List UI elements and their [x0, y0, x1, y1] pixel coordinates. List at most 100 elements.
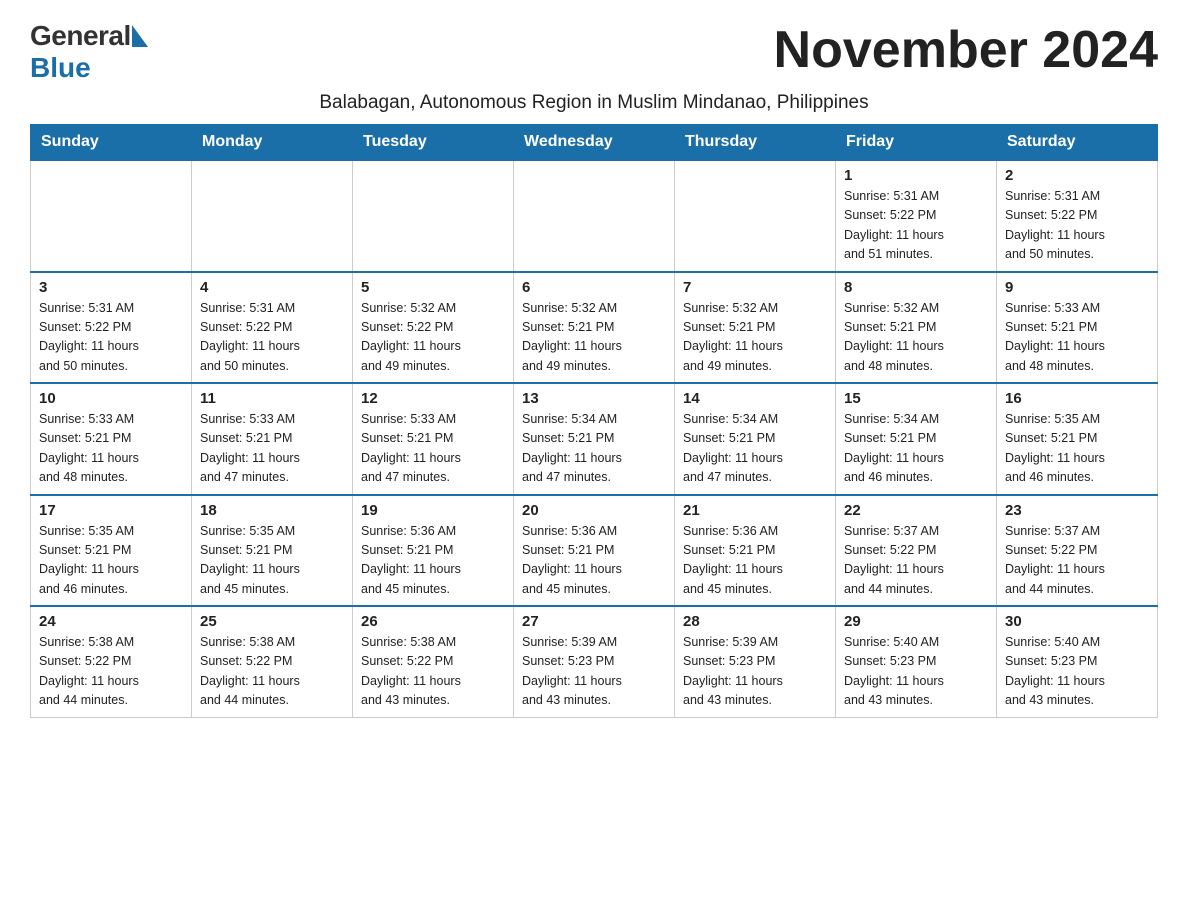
day-number: 5: [361, 279, 505, 296]
logo-blue-text: Blue: [30, 52, 91, 83]
logo: General Blue: [30, 20, 148, 84]
weekday-header-monday: Monday: [192, 125, 353, 161]
calendar-cell: 11 Sunrise: 5:33 AM Sunset: 5:21 PM Dayli…: [192, 383, 353, 495]
logo-general-text: General: [30, 20, 131, 52]
calendar-cell: 27 Sunrise: 5:39 AM Sunset: 5:23 PM Dayli…: [514, 606, 675, 717]
calendar-cell: 26 Sunrise: 5:38 AM Sunset: 5:22 PM Dayli…: [353, 606, 514, 717]
calendar-cell: [31, 160, 192, 272]
day-number: 1: [844, 167, 988, 184]
day-number: 23: [1005, 502, 1149, 519]
weekday-header-sunday: Sunday: [31, 125, 192, 161]
calendar-week-row-4: 17 Sunrise: 5:35 AM Sunset: 5:21 PM Dayli…: [31, 495, 1158, 607]
day-number: 24: [39, 613, 183, 630]
day-info: Sunrise: 5:33 AM Sunset: 5:21 PM Dayligh…: [39, 410, 183, 488]
day-info: Sunrise: 5:38 AM Sunset: 5:22 PM Dayligh…: [361, 633, 505, 711]
day-info: Sunrise: 5:32 AM Sunset: 5:21 PM Dayligh…: [683, 299, 827, 377]
day-info: Sunrise: 5:37 AM Sunset: 5:22 PM Dayligh…: [844, 522, 988, 600]
day-info: Sunrise: 5:32 AM Sunset: 5:22 PM Dayligh…: [361, 299, 505, 377]
day-number: 8: [844, 279, 988, 296]
weekday-header-wednesday: Wednesday: [514, 125, 675, 161]
day-number: 18: [200, 502, 344, 519]
calendar-cell: 28Sunrise: 5:39 AM Sunset: 5:23 PM Dayli…: [675, 606, 836, 717]
calendar-cell: 9 Sunrise: 5:33 AM Sunset: 5:21 PM Daylig…: [997, 272, 1158, 384]
day-info: Sunrise: 5:31 AM Sunset: 5:22 PM Dayligh…: [200, 299, 344, 377]
day-number: 7: [683, 279, 827, 296]
calendar-cell: 2Sunrise: 5:31 AM Sunset: 5:22 PM Daylig…: [997, 160, 1158, 272]
day-info: Sunrise: 5:40 AM Sunset: 5:23 PM Dayligh…: [1005, 633, 1149, 711]
day-info: Sunrise: 5:35 AM Sunset: 5:21 PM Dayligh…: [39, 522, 183, 600]
calendar-cell: 24 Sunrise: 5:38 AM Sunset: 5:22 PM Dayli…: [31, 606, 192, 717]
calendar-week-row-5: 24 Sunrise: 5:38 AM Sunset: 5:22 PM Dayli…: [31, 606, 1158, 717]
calendar-cell: 4 Sunrise: 5:31 AM Sunset: 5:22 PM Daylig…: [192, 272, 353, 384]
calendar-cell: 29 Sunrise: 5:40 AM Sunset: 5:23 PM Dayli…: [836, 606, 997, 717]
day-number: 10: [39, 390, 183, 407]
calendar-cell: 19Sunrise: 5:36 AM Sunset: 5:21 PM Dayli…: [353, 495, 514, 607]
day-info: Sunrise: 5:36 AM Sunset: 5:21 PM Dayligh…: [683, 522, 827, 600]
weekday-header-thursday: Thursday: [675, 125, 836, 161]
calendar-cell: [514, 160, 675, 272]
logo-triangle-icon: [132, 25, 148, 47]
calendar-cell: 5 Sunrise: 5:32 AM Sunset: 5:22 PM Daylig…: [353, 272, 514, 384]
day-info: Sunrise: 5:38 AM Sunset: 5:22 PM Dayligh…: [39, 633, 183, 711]
calendar-cell: 10 Sunrise: 5:33 AM Sunset: 5:21 PM Dayli…: [31, 383, 192, 495]
calendar-cell: 30 Sunrise: 5:40 AM Sunset: 5:23 PM Dayli…: [997, 606, 1158, 717]
calendar-cell: 12Sunrise: 5:33 AM Sunset: 5:21 PM Dayli…: [353, 383, 514, 495]
day-number: 9: [1005, 279, 1149, 296]
day-info: Sunrise: 5:33 AM Sunset: 5:21 PM Dayligh…: [1005, 299, 1149, 377]
day-number: 6: [522, 279, 666, 296]
calendar-cell: 3 Sunrise: 5:31 AM Sunset: 5:22 PM Daylig…: [31, 272, 192, 384]
calendar-cell: 15 Sunrise: 5:34 AM Sunset: 5:21 PM Dayli…: [836, 383, 997, 495]
day-info: Sunrise: 5:35 AM Sunset: 5:21 PM Dayligh…: [1005, 410, 1149, 488]
weekday-header-friday: Friday: [836, 125, 997, 161]
day-number: 17: [39, 502, 183, 519]
day-number: 28: [683, 613, 827, 630]
day-info: Sunrise: 5:31 AM Sunset: 5:22 PM Dayligh…: [844, 187, 988, 265]
day-number: 29: [844, 613, 988, 630]
day-info: Sunrise: 5:38 AM Sunset: 5:22 PM Dayligh…: [200, 633, 344, 711]
day-number: 12: [361, 390, 505, 407]
calendar-cell: 1 Sunrise: 5:31 AM Sunset: 5:22 PM Daylig…: [836, 160, 997, 272]
calendar-cell: 7 Sunrise: 5:32 AM Sunset: 5:21 PM Daylig…: [675, 272, 836, 384]
page-header: General Blue November 2024: [30, 20, 1158, 84]
day-info: Sunrise: 5:32 AM Sunset: 5:21 PM Dayligh…: [522, 299, 666, 377]
day-info: Sunrise: 5:34 AM Sunset: 5:21 PM Dayligh…: [522, 410, 666, 488]
day-number: 19: [361, 502, 505, 519]
calendar-table: SundayMondayTuesdayWednesdayThursdayFrid…: [30, 124, 1158, 718]
calendar-cell: 22 Sunrise: 5:37 AM Sunset: 5:22 PM Dayli…: [836, 495, 997, 607]
day-number: 4: [200, 279, 344, 296]
day-number: 27: [522, 613, 666, 630]
day-number: 16: [1005, 390, 1149, 407]
month-title: November 2024: [774, 20, 1158, 80]
day-number: 22: [844, 502, 988, 519]
day-info: Sunrise: 5:32 AM Sunset: 5:21 PM Dayligh…: [844, 299, 988, 377]
calendar-cell: 17 Sunrise: 5:35 AM Sunset: 5:21 PM Dayli…: [31, 495, 192, 607]
calendar-cell: 20Sunrise: 5:36 AM Sunset: 5:21 PM Dayli…: [514, 495, 675, 607]
calendar-cell: 18 Sunrise: 5:35 AM Sunset: 5:21 PM Dayli…: [192, 495, 353, 607]
day-info: Sunrise: 5:34 AM Sunset: 5:21 PM Dayligh…: [844, 410, 988, 488]
day-info: Sunrise: 5:35 AM Sunset: 5:21 PM Dayligh…: [200, 522, 344, 600]
calendar-cell: 6 Sunrise: 5:32 AM Sunset: 5:21 PM Daylig…: [514, 272, 675, 384]
day-number: 30: [1005, 613, 1149, 630]
day-info: Sunrise: 5:40 AM Sunset: 5:23 PM Dayligh…: [844, 633, 988, 711]
day-info: Sunrise: 5:31 AM Sunset: 5:22 PM Dayligh…: [39, 299, 183, 377]
calendar-cell: 14Sunrise: 5:34 AM Sunset: 5:21 PM Dayli…: [675, 383, 836, 495]
day-number: 15: [844, 390, 988, 407]
calendar-week-row-2: 3 Sunrise: 5:31 AM Sunset: 5:22 PM Daylig…: [31, 272, 1158, 384]
weekday-header-saturday: Saturday: [997, 125, 1158, 161]
day-info: Sunrise: 5:31 AM Sunset: 5:22 PM Dayligh…: [1005, 187, 1149, 265]
calendar-cell: 16 Sunrise: 5:35 AM Sunset: 5:21 PM Dayli…: [997, 383, 1158, 495]
day-info: Sunrise: 5:39 AM Sunset: 5:23 PM Dayligh…: [522, 633, 666, 711]
calendar-week-row-3: 10 Sunrise: 5:33 AM Sunset: 5:21 PM Dayli…: [31, 383, 1158, 495]
day-info: Sunrise: 5:34 AM Sunset: 5:21 PM Dayligh…: [683, 410, 827, 488]
day-number: 26: [361, 613, 505, 630]
calendar-cell: 8 Sunrise: 5:32 AM Sunset: 5:21 PM Daylig…: [836, 272, 997, 384]
calendar-header-row: SundayMondayTuesdayWednesdayThursdayFrid…: [31, 125, 1158, 161]
day-number: 11: [200, 390, 344, 407]
calendar-cell: 25Sunrise: 5:38 AM Sunset: 5:22 PM Dayli…: [192, 606, 353, 717]
day-info: Sunrise: 5:36 AM Sunset: 5:21 PM Dayligh…: [522, 522, 666, 600]
day-number: 21: [683, 502, 827, 519]
day-info: Sunrise: 5:33 AM Sunset: 5:21 PM Dayligh…: [200, 410, 344, 488]
calendar-week-row-1: 1 Sunrise: 5:31 AM Sunset: 5:22 PM Daylig…: [31, 160, 1158, 272]
day-number: 13: [522, 390, 666, 407]
day-number: 3: [39, 279, 183, 296]
